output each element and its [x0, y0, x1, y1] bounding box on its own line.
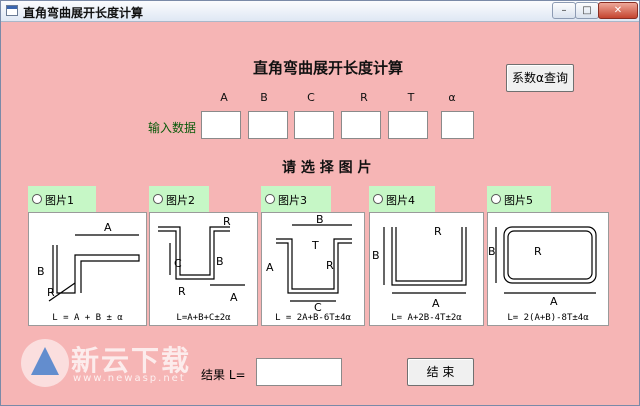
figure-3-formula: L = 2A+B-6T±4α: [275, 313, 351, 323]
svg-text:A: A: [230, 291, 238, 304]
figure-1-label: 图片1: [45, 194, 74, 207]
figure-2-formula: L=A+B+C±2α: [176, 313, 231, 323]
figure-1-option[interactable]: 图片1: [28, 186, 96, 212]
figure-1-image[interactable]: A BR L = A + B ± α: [28, 212, 147, 326]
radio-icon[interactable]: [32, 194, 42, 204]
end-button[interactable]: 结 束: [407, 358, 474, 386]
svg-text:R: R: [223, 215, 231, 228]
input-alpha-field[interactable]: [441, 111, 474, 139]
svg-text:C: C: [314, 301, 322, 313]
input-r-field[interactable]: [341, 111, 381, 139]
maximize-button[interactable]: □: [575, 2, 599, 19]
figure-5-option[interactable]: 图片5: [487, 186, 551, 212]
figure-3-option[interactable]: 图片3: [261, 186, 331, 212]
bend-diagram-2-icon: R C R A B: [158, 215, 245, 304]
radio-icon[interactable]: [491, 194, 501, 204]
radio-icon[interactable]: [373, 194, 383, 204]
column-label-r: R: [360, 91, 368, 104]
figure-3-label: 图片3: [278, 194, 307, 207]
column-label-alpha: α: [448, 91, 456, 104]
column-label-c: C: [307, 91, 315, 104]
radio-icon[interactable]: [265, 194, 275, 204]
figure-5-image[interactable]: R B A L= 2(A+B)-8T±4α: [487, 212, 609, 326]
radio-icon[interactable]: [153, 194, 163, 204]
figure-5-formula: L= 2(A+B)-8T±4α: [507, 313, 589, 323]
svg-text:A: A: [550, 295, 558, 308]
input-data-label: 输入数据: [148, 121, 197, 135]
column-label-a: A: [220, 91, 228, 104]
svg-text:T: T: [311, 239, 319, 252]
close-icon: ✕: [613, 5, 623, 16]
figure-4-image[interactable]: R B A L= A+2B-4T±2α: [369, 212, 484, 326]
input-c-field[interactable]: [294, 111, 334, 139]
result-field[interactable]: [256, 358, 342, 386]
svg-text:C: C: [174, 257, 182, 270]
bend-diagram-1-icon: A BR: [37, 221, 140, 302]
title-bar: 直角弯曲展开长度计算 – □ ✕: [1, 1, 639, 22]
column-label-b: B: [260, 91, 268, 104]
svg-text:B: B: [37, 265, 45, 278]
figure-4-formula: L= A+2B-4T±2α: [391, 313, 462, 323]
input-t-field[interactable]: [388, 111, 428, 139]
bend-diagram-4-icon: R B A: [372, 225, 467, 310]
svg-text:B: B: [372, 249, 380, 262]
result-label: 结果 L=: [201, 368, 246, 382]
choose-picture-heading: 请 选 择 图 片: [282, 160, 372, 176]
svg-text:A: A: [432, 297, 440, 310]
bend-diagram-5-icon: R B A: [488, 226, 597, 308]
input-b-field[interactable]: [248, 111, 288, 139]
figure-3-image[interactable]: BTR A C L = 2A+B-6T±4α: [261, 212, 365, 326]
input-a-field[interactable]: [201, 111, 241, 139]
svg-text:A: A: [266, 261, 274, 274]
minimize-button[interactable]: –: [552, 2, 576, 19]
figure-5-label: 图片5: [504, 194, 533, 207]
column-label-t: T: [407, 91, 415, 104]
svg-text:R: R: [534, 245, 542, 258]
app-icon: [6, 5, 18, 16]
svg-text:A: A: [104, 221, 112, 234]
page-title: 直角弯曲展开长度计算: [253, 59, 404, 77]
figure-4-option[interactable]: 图片4: [369, 186, 435, 212]
bend-diagram-3-icon: BTR A C: [266, 213, 352, 313]
window-title: 直角弯曲展开长度计算: [23, 6, 144, 20]
figure-2-option[interactable]: 图片2: [149, 186, 209, 212]
svg-text:B: B: [216, 255, 224, 268]
figure-2-image[interactable]: R C R A B L=A+B+C±2α: [149, 212, 258, 326]
coef-query-button[interactable]: 系数α查询: [506, 64, 574, 92]
minimize-icon: –: [561, 5, 567, 16]
svg-text:R: R: [434, 225, 442, 238]
svg-text:R: R: [47, 286, 55, 299]
watermark-url: www.newasp.net: [73, 373, 186, 384]
close-button[interactable]: ✕: [598, 2, 638, 19]
figure-2-label: 图片2: [166, 194, 195, 207]
svg-text:B: B: [316, 213, 324, 226]
maximize-icon: □: [582, 5, 592, 16]
svg-text:R: R: [326, 259, 334, 272]
svg-text:B: B: [488, 245, 496, 258]
svg-text:R: R: [178, 285, 186, 298]
figure-4-label: 图片4: [386, 194, 415, 207]
main-window: 直角弯曲展开长度计算 – □ ✕ 直角弯曲展开长度计算 系数α查询 A B C …: [0, 0, 640, 406]
figure-1-formula: L = A + B ± α: [52, 313, 123, 323]
